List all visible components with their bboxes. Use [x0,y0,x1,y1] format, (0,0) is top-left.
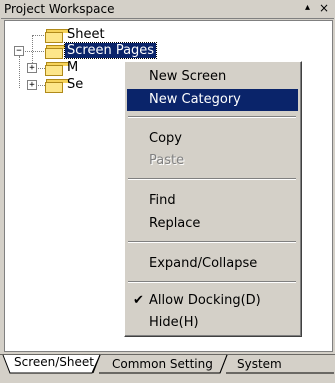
folder-icon [45,79,69,93]
folder-open-icon [45,45,69,59]
panel-titlebar: Project Workspace ▴ × [1,1,334,19]
tab-common-setting[interactable]: Common Setting [104,356,219,373]
tree-connector [32,35,33,63]
tree-item-se[interactable]: Se [67,77,83,92]
menu-item-new-screen[interactable]: New Screen [127,66,298,88]
menu-item-find[interactable]: Find [127,190,298,212]
menu-item-replace[interactable]: Replace [127,213,298,235]
menu-separator [128,241,296,243]
collapse-icon[interactable]: − [14,46,24,56]
workspace-tabs: Screen/Sheet Common Setting System [0,354,335,383]
menu-item-hide[interactable]: Hide(H) [127,312,298,334]
menu-separator [128,281,296,283]
pin-icon[interactable]: ▴ [305,2,310,13]
tree-connector [19,56,20,88]
tree-item-screen[interactable]: Screen Pages [63,42,158,59]
menu-item-paste: Paste [149,153,185,168]
close-icon[interactable]: × [319,1,329,15]
tab-screen-sheet[interactable]: Screen/Sheet [6,354,100,373]
panel-title: Project Workspace [4,2,115,16]
menu-separator [128,178,296,180]
expand-icon[interactable]: + [27,80,37,90]
tree-item-m[interactable]: M [67,60,78,75]
tab-system[interactable]: System [229,356,288,373]
menu-item-new-category[interactable]: New Category [127,89,298,111]
menu-item-copy[interactable]: Copy [127,128,298,150]
tree-item-sheet[interactable]: Sheet [67,27,105,42]
menu-separator [128,116,296,118]
project-workspace-panel: Project Workspace ▴ × Sheet − Screen Pag… [0,0,335,383]
expand-icon[interactable]: + [27,63,37,73]
menu-item-allow-docking[interactable]: ✔ Allow Docking(D) [127,290,298,312]
context-menu: New Screen New Category Copy Paste Find … [124,61,302,337]
folder-icon [45,62,69,76]
checkmark-icon: ✔ [133,293,144,308]
folder-icon [45,29,69,43]
menu-item-expand-collapse[interactable]: Expand/Collapse [127,253,298,275]
tree-connector [32,35,44,36]
